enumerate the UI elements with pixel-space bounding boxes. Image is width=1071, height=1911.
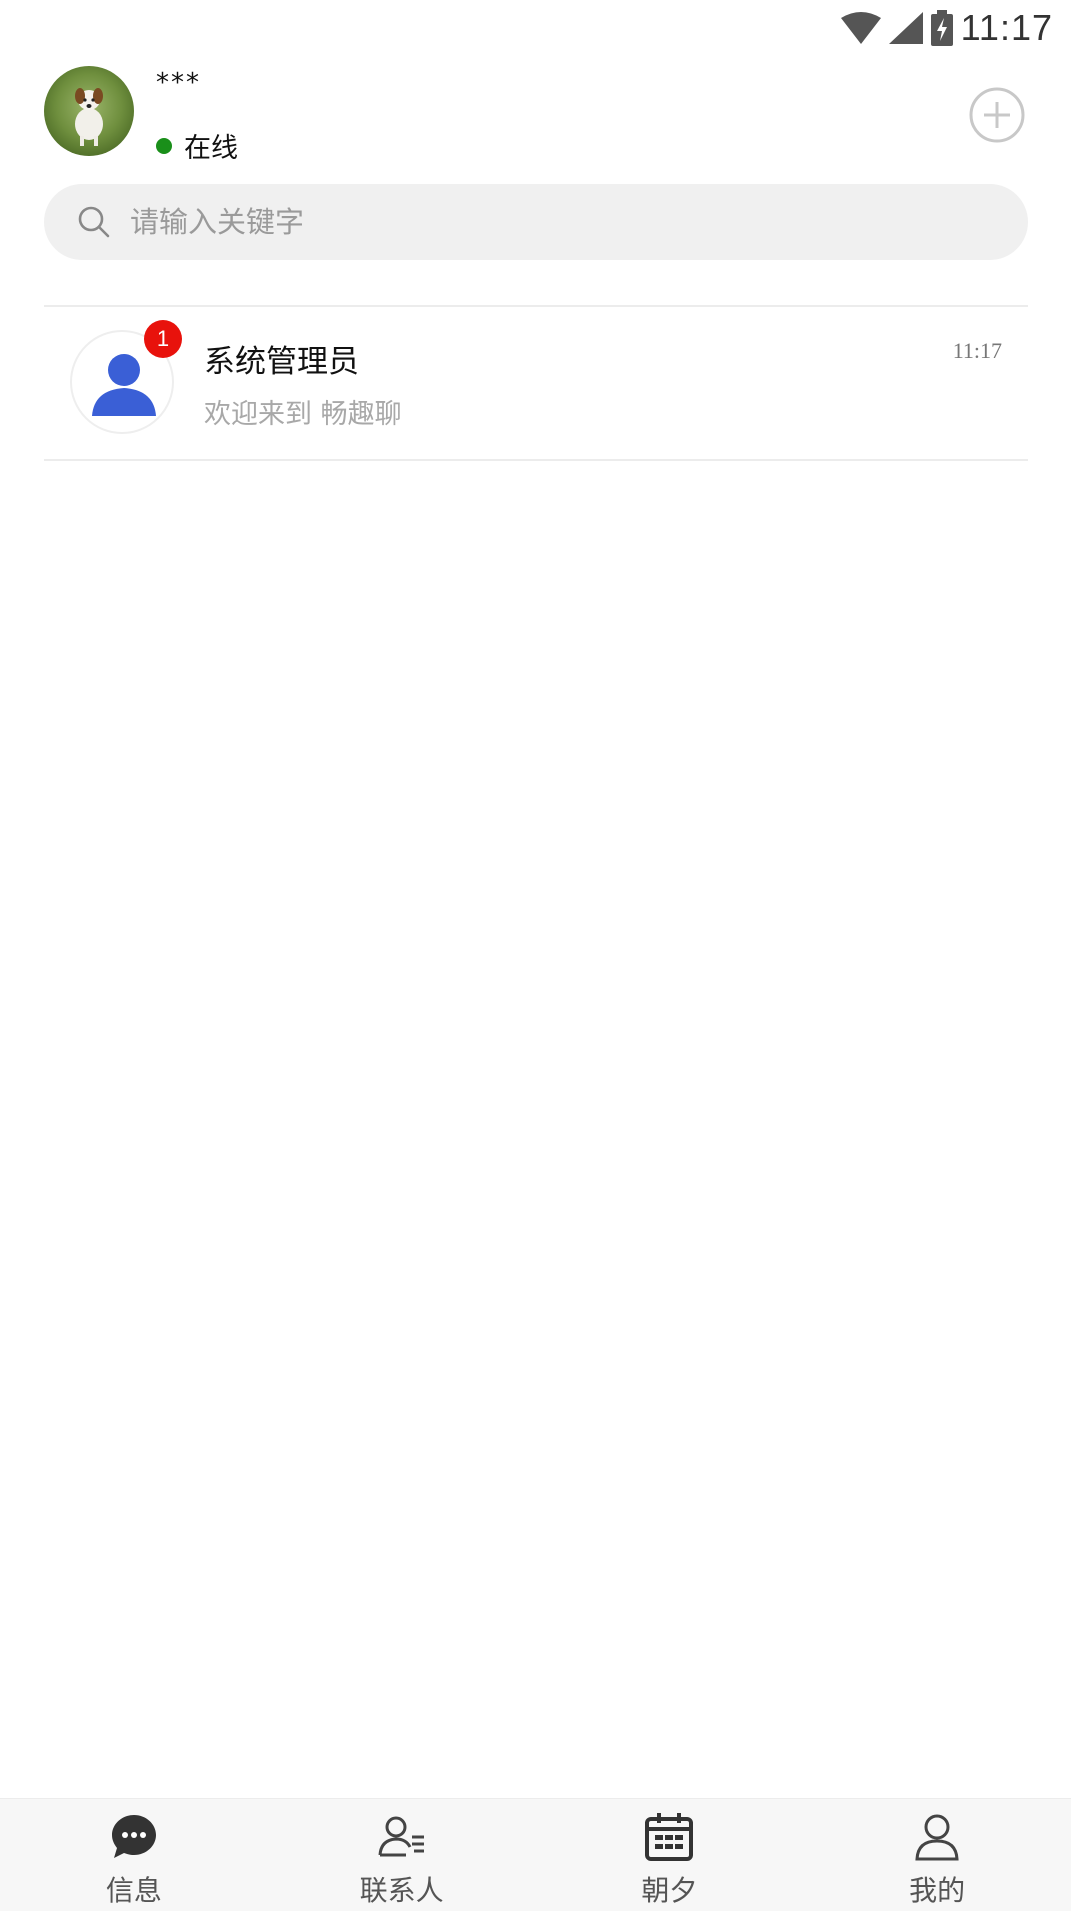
tab-contacts[interactable]: 联系人 xyxy=(268,1799,536,1911)
online-dot-icon xyxy=(156,137,172,154)
wifi-icon xyxy=(840,12,881,44)
calendar-icon xyxy=(645,1813,694,1861)
avatar-photo xyxy=(44,66,134,156)
status-time: 11:17 xyxy=(960,7,1053,48)
add-button[interactable] xyxy=(968,86,1026,144)
conversation-name: 系统管理员 xyxy=(204,344,359,380)
list-bottom-divider xyxy=(44,459,1028,461)
chat-bubble-icon xyxy=(111,1815,156,1858)
conversation-time: 11:17 xyxy=(952,338,1002,363)
contacts-icon xyxy=(378,1816,424,1857)
online-status: 在线 xyxy=(156,126,238,165)
username: *** xyxy=(156,68,201,98)
search-icon xyxy=(78,206,110,238)
tab-calendar-label: 朝夕 xyxy=(641,1874,698,1907)
tab-profile[interactable]: 我的 xyxy=(803,1799,1071,1911)
search-input[interactable] xyxy=(130,205,990,239)
unread-badge: 1 xyxy=(144,320,182,358)
online-status-label: 在线 xyxy=(184,133,238,164)
tab-messages-label: 信息 xyxy=(105,1874,162,1907)
header: *** 在线 xyxy=(0,56,1071,166)
cell-signal-icon xyxy=(888,12,923,44)
search-bar[interactable] xyxy=(44,184,1028,260)
status-bar: 11:17 xyxy=(0,0,1071,56)
tab-profile-label: 我的 xyxy=(909,1874,966,1907)
battery-charging-icon xyxy=(930,10,953,46)
conversation-item[interactable]: 1 系统管理员 11:17 欢迎来到 畅趣聊 xyxy=(44,306,1028,458)
bottom-tab-bar: 信息 联系人 朝夕 我的 xyxy=(0,1798,1071,1911)
conversation-preview: 欢迎来到 畅趣聊 xyxy=(204,399,402,430)
tab-contacts-label: 联系人 xyxy=(359,1874,444,1907)
tab-calendar[interactable]: 朝夕 xyxy=(536,1799,804,1911)
profile-icon xyxy=(915,1814,959,1861)
plus-circle-icon xyxy=(969,87,1025,143)
tab-messages[interactable]: 信息 xyxy=(0,1799,268,1911)
user-avatar[interactable] xyxy=(44,66,134,156)
status-icons: 11:17 xyxy=(840,6,1053,50)
